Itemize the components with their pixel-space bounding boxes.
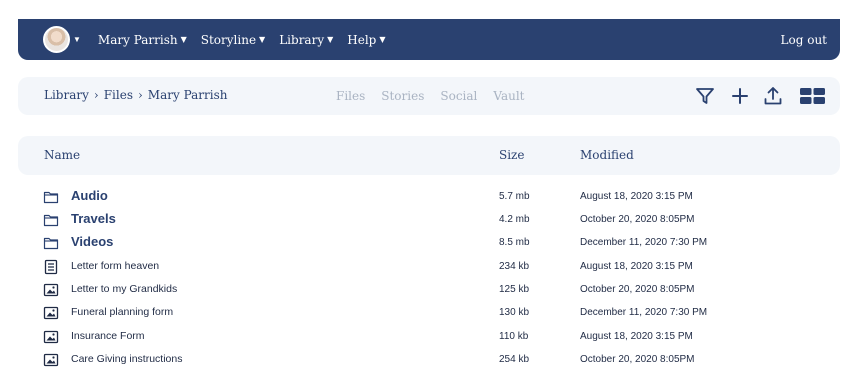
table-row[interactable]: Insurance Form 110 kb August 18, 2020 3:15… [0,326,857,348]
table-row[interactable]: Travels 4.2 mb October 20, 2020 8:05PM [0,209,857,231]
folder-icon-graphic [43,237,59,250]
file-modified: October 20, 2020 8:05PM [580,284,695,295]
file-name[interactable]: Travels [71,211,116,226]
logout-button[interactable]: Log out [781,33,827,47]
tab-vault[interactable]: Vault [493,89,524,103]
column-header-size[interactable]: Size [499,148,524,162]
image-icon-graphic [43,283,59,297]
file-size: 8.5 mb [499,237,530,248]
breadcrumb-separator: › [137,88,143,102]
file-size: 234 kb [499,261,530,272]
file-modified: August 18, 2020 3:15 PM [580,191,693,202]
tab-stories[interactable]: Stories [381,89,424,103]
file-size: 4.2 mb [499,214,530,225]
tab-files[interactable]: Files [336,89,365,103]
document-icon [43,259,59,275]
folder-icon-graphic [43,191,59,204]
file-size: 110 kb [499,331,529,342]
breadcrumb-separator: › [93,88,99,102]
image-icon [43,352,59,368]
table-row[interactable]: Letter to my Grandkids 125 kb October 20, … [0,279,857,301]
user-menu[interactable]: ▼ [43,26,81,53]
top-nav-bar: ▼ Mary Parrish ▼ Storyline ▼ Library ▼ H… [18,19,840,60]
avatar[interactable] [43,26,70,53]
nav-item-label: Library [279,32,325,47]
nav-item-user[interactable]: Mary Parrish ▼ [98,33,187,47]
folder-icon [43,235,59,251]
file-size: 5.7 mb [499,191,530,202]
upload-icon[interactable] [762,85,784,107]
breadcrumb-item-library[interactable]: Library [44,88,89,102]
folder-icon [43,212,59,228]
file-name[interactable]: Insurance Form [71,330,145,342]
table-row[interactable]: Funeral planning form 130 kb December 11, … [0,302,857,324]
chevron-down-icon: ▼ [379,35,386,44]
file-modified: October 20, 2020 8:05PM [580,214,695,225]
file-size: 130 kb [499,307,530,318]
file-name[interactable]: Videos [71,234,113,249]
toolbar: Library › Files › Mary Parrish Files Stories… [18,77,840,115]
image-icon [43,305,59,321]
image-icon [43,329,59,345]
folder-icon [43,189,59,205]
breadcrumb-item-current[interactable]: Mary Parrish [148,88,228,102]
file-modified: December 11, 2020 7:30 PM [580,307,708,318]
filter-icon[interactable] [694,85,716,107]
file-modified: August 18, 2020 3:15 PM [580,331,693,342]
chevron-down-icon: ▼ [73,35,81,44]
grid-view-icon[interactable] [799,85,826,107]
file-modified: August 18, 2020 3:15 PM [580,261,693,272]
column-header-name[interactable]: Name [44,148,80,162]
nav-item-library[interactable]: Library ▼ [279,33,333,47]
breadcrumb: Library › Files › Mary Parrish [44,88,227,102]
column-header-modified[interactable]: Modified [580,148,634,162]
nav-item-label: Mary Parrish [97,32,178,47]
chevron-down-icon: ▼ [327,35,334,44]
nav-item-help[interactable]: Help ▼ [347,33,385,47]
file-size: 254 kb [499,354,530,365]
table-row[interactable]: Letter form heaven 234 kb August 18, 2020 … [0,256,857,278]
chevron-down-icon: ▼ [180,35,187,44]
file-name[interactable]: Audio [71,188,108,203]
image-icon-graphic [43,330,59,344]
breadcrumb-item-files[interactable]: Files [104,88,133,102]
table-row[interactable]: Audio 5.7 mb August 18, 2020 3:15 PM [0,186,857,208]
nav-item-label: Help [347,32,377,47]
image-icon-graphic [43,306,59,320]
chevron-down-icon: ▼ [259,35,266,44]
table-header: Name Size Modified [18,136,840,175]
add-icon[interactable] [729,85,751,107]
nav-item-storyline[interactable]: Storyline ▼ [201,33,265,47]
tab-social[interactable]: Social [440,89,477,103]
file-name[interactable]: Letter form heaven [71,260,159,272]
file-name[interactable]: Letter to my Grandkids [71,283,177,295]
table-row[interactable]: Videos 8.5 mb December 11, 2020 7:30 PM [0,232,857,254]
file-name[interactable]: Funeral planning form [71,306,173,318]
image-icon [43,282,59,298]
folder-icon-graphic [43,214,59,227]
file-modified: October 20, 2020 8:05PM [580,354,695,365]
file-size: 125 kb [499,284,530,295]
file-modified: December 11, 2020 7:30 PM [580,237,708,248]
file-name[interactable]: Care Giving instructions [71,353,182,365]
nav-item-label: Storyline [200,32,257,47]
document-icon-graphic [44,259,58,275]
table-row[interactable]: Care Giving instructions 254 kb October 20… [0,349,857,371]
view-tabs: Files Stories Social Vault [336,89,540,103]
image-icon-graphic [43,353,59,367]
